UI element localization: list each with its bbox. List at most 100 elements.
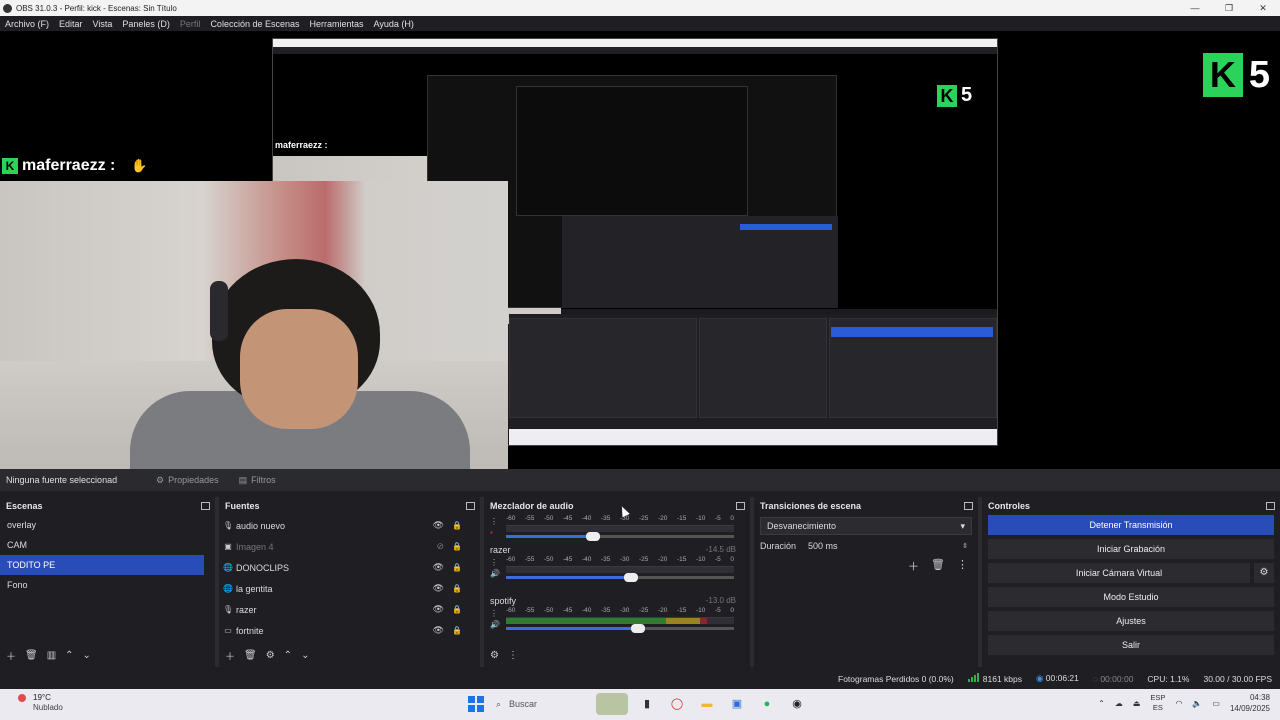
- lock-icon[interactable]: 🔒: [452, 542, 462, 551]
- filters-button[interactable]: ▤ Filtros: [229, 469, 286, 491]
- source-row[interactable]: ▣ Imagen 4 ⊘ 🔒: [219, 536, 480, 557]
- properties-button[interactable]: ⚙ Propiedades: [146, 469, 229, 491]
- transition-select[interactable]: Desvanecimiento ▾: [760, 517, 972, 535]
- menu-view[interactable]: Vista: [88, 19, 118, 29]
- settings-button[interactable]: Ajustes: [988, 611, 1274, 631]
- more-options-icon[interactable]: ⋮: [490, 517, 498, 526]
- scene-item[interactable]: Fono: [0, 575, 215, 595]
- wifi-icon[interactable]: ◠: [1175, 699, 1182, 708]
- scene-list: overlay CAM TODITO PE Fono: [0, 515, 215, 595]
- volume-fader[interactable]: [506, 573, 734, 582]
- visibility-hidden-icon[interactable]: ⊘: [436, 541, 444, 552]
- battery-icon[interactable]: ▭: [1212, 699, 1220, 708]
- move-down-icon[interactable]: ⌄: [83, 650, 91, 661]
- scene-item[interactable]: CAM: [0, 535, 215, 555]
- volume-fader[interactable]: [506, 532, 734, 541]
- chevron-up-icon[interactable]: ⌃: [1098, 699, 1105, 708]
- volume-icon[interactable]: 🔈: [1192, 699, 1202, 708]
- fader-knob[interactable]: [624, 573, 639, 582]
- scene-item-selected[interactable]: TODITO PE: [0, 555, 204, 575]
- muted-speaker-icon[interactable]: ▪: [490, 528, 493, 537]
- speaker-icon[interactable]: 🔊: [490, 620, 500, 629]
- visibility-eye-icon[interactable]: 👁: [433, 562, 444, 573]
- visibility-eye-icon[interactable]: 👁: [433, 604, 444, 615]
- menu-edit[interactable]: Editar: [54, 19, 88, 29]
- obs-app-icon[interactable]: ◉: [786, 693, 808, 715]
- clock[interactable]: 04:38 14/09/2025: [1230, 692, 1270, 714]
- spotify-icon[interactable]: ●: [756, 693, 778, 715]
- gear-icon[interactable]: ⚙: [490, 650, 499, 661]
- more-options-icon[interactable]: ⋮: [508, 650, 518, 661]
- lock-icon[interactable]: 🔒: [452, 584, 462, 593]
- start-virtual-camera-button[interactable]: Iniciar Cámara Virtual: [988, 563, 1250, 583]
- visibility-eye-icon[interactable]: 👁: [433, 625, 444, 636]
- move-up-icon[interactable]: ⌃: [65, 650, 73, 661]
- more-options-icon[interactable]: ⋮: [490, 558, 498, 567]
- menu-help[interactable]: Ayuda (H): [369, 19, 419, 29]
- undock-icon[interactable]: [1266, 502, 1275, 510]
- source-row[interactable]: 🌐 la gentita 👁 🔒: [219, 578, 480, 599]
- add-scene-icon[interactable]: ＋: [6, 648, 16, 663]
- menu-profile[interactable]: Perfil: [175, 19, 206, 29]
- gear-icon[interactable]: ⚙: [266, 650, 275, 661]
- visibility-eye-icon[interactable]: 👁: [433, 583, 444, 594]
- file-explorer-icon[interactable]: ▬: [696, 693, 718, 715]
- spinner-icon[interactable]: ⇳: [962, 542, 972, 550]
- stop-streaming-button[interactable]: Detener Transmisión: [988, 515, 1274, 535]
- lock-icon[interactable]: 🔒: [452, 626, 462, 635]
- virtual-camera-gear-icon[interactable]: ⚙: [1254, 563, 1274, 583]
- minimize-button[interactable]: —: [1178, 0, 1212, 16]
- file-app-icon[interactable]: ▮: [636, 693, 658, 715]
- store-icon[interactable]: ▣: [726, 693, 748, 715]
- undock-icon[interactable]: [736, 502, 745, 510]
- source-row[interactable]: 🎙 audio nuevo 👁 🔒: [219, 515, 480, 536]
- weather-widget[interactable]: 19°C Nublado: [18, 693, 63, 713]
- landscape-widget-icon[interactable]: [596, 693, 628, 715]
- speaker-icon[interactable]: 🔊: [490, 569, 500, 578]
- source-row[interactable]: ▭ fortnite 👁 🔒: [219, 620, 480, 641]
- undock-icon[interactable]: [466, 502, 475, 510]
- move-down-icon[interactable]: ⌄: [301, 650, 309, 661]
- maximize-button[interactable]: ❐: [1212, 0, 1246, 16]
- duration-input[interactable]: 500 ms ⇳: [804, 538, 972, 554]
- lock-icon[interactable]: 🔒: [452, 521, 462, 530]
- more-options-icon[interactable]: ⋮: [957, 558, 968, 574]
- lock-icon[interactable]: 🔒: [452, 605, 462, 614]
- source-row[interactable]: 🌐 DONOCLIPS 👁 🔒: [219, 557, 480, 578]
- scene-item[interactable]: overlay: [0, 515, 215, 535]
- visibility-eye-icon[interactable]: 👁: [433, 520, 444, 531]
- usb-icon[interactable]: ⏏: [1133, 699, 1141, 708]
- menu-file[interactable]: Archivo (F): [0, 19, 54, 29]
- taskbar-search[interactable]: ⌕ Buscar: [492, 693, 588, 715]
- stream-preview[interactable]: maferraezz : K 5 K maferraezz: ✋ K 5: [0, 31, 1280, 469]
- exit-button[interactable]: Salir: [988, 635, 1274, 655]
- trash-icon[interactable]: 🗑: [244, 650, 257, 661]
- transitions-dock: Transiciones de escena Desvanecimiento ▾…: [754, 497, 978, 667]
- menu-docks[interactable]: Paneles (D): [117, 19, 175, 29]
- scale-tick: -40: [582, 607, 592, 614]
- volume-fader[interactable]: [506, 624, 734, 633]
- lock-icon[interactable]: 🔒: [452, 563, 462, 572]
- windows-start-icon[interactable]: [468, 696, 484, 712]
- more-options-icon[interactable]: ⋮: [490, 609, 498, 618]
- menu-scene-collection[interactable]: Colección de Escenas: [205, 19, 304, 29]
- undock-icon[interactable]: [201, 502, 210, 510]
- move-up-icon[interactable]: ⌃: [284, 650, 292, 661]
- scene-filters-icon[interactable]: ▥: [47, 650, 56, 661]
- fader-knob[interactable]: [631, 624, 646, 633]
- source-list: 🎙 audio nuevo 👁 🔒 ▣ Imagen 4 ⊘ 🔒 🌐 DONOC…: [219, 515, 480, 641]
- menu-tools[interactable]: Herramientas: [305, 19, 369, 29]
- trash-icon[interactable]: 🗑: [931, 558, 945, 574]
- cloud-icon[interactable]: ☁: [1115, 699, 1123, 708]
- opera-icon[interactable]: ◯: [666, 693, 688, 715]
- start-recording-button[interactable]: Iniciar Grabación: [988, 539, 1274, 559]
- language-indicator[interactable]: ESP ES: [1150, 693, 1165, 713]
- trash-icon[interactable]: 🗑: [25, 650, 38, 661]
- add-transition-icon[interactable]: ＋: [908, 558, 919, 574]
- source-row[interactable]: 🎙 razer 👁 🔒: [219, 599, 480, 620]
- close-button[interactable]: ✕: [1246, 0, 1280, 16]
- undock-icon[interactable]: [964, 502, 973, 510]
- studio-mode-button[interactable]: Modo Estudio: [988, 587, 1274, 607]
- fader-knob[interactable]: [585, 532, 600, 541]
- add-source-icon[interactable]: ＋: [225, 648, 235, 663]
